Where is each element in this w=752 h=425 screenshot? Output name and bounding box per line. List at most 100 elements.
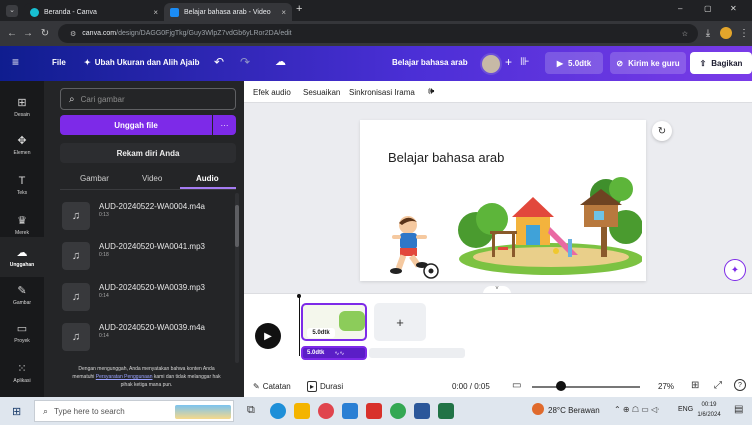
pdf-reader-icon[interactable] [366,403,382,419]
forward-arrow-icon[interactable]: → [20,25,36,41]
taskbar-search-input[interactable]: ⌕ Type here to search [34,400,234,422]
reload-icon[interactable]: ↻ [37,25,53,41]
tab-videos[interactable]: Video [142,174,162,183]
tab-search-icon[interactable]: ⌄ [6,5,18,17]
adjust-button[interactable]: Sesuaikan [303,88,340,97]
tab-beranda[interactable]: Beranda - Canva × [24,3,164,21]
design-icon: ⊞ [17,96,27,109]
tab-close-icon[interactable]: × [153,8,158,17]
list-item[interactable]: ♫ AUD-20240520-WA0041.mp3 0:18 [62,238,232,274]
minimize-button[interactable]: – [678,4,682,13]
music-note-icon: ♫ [62,283,90,311]
timeline-view-icon[interactable]: ▭ [512,380,521,391]
rail-draw[interactable]: ✎ Gambar [0,275,44,315]
refresh-page-icon[interactable]: ↻ [652,121,672,141]
rail-design[interactable]: ⊞ Desain [0,87,44,127]
tab-close-icon[interactable]: × [281,8,286,17]
elements-icon: ✥ [17,134,27,147]
panel-scrollbar-thumb[interactable] [235,205,239,247]
fullscreen-icon[interactable]: ⤢ [714,380,722,391]
hamburger-icon[interactable]: ≡ [12,55,19,69]
send-to-teacher-button[interactable]: ⊘ Kirim ke guru [610,52,686,74]
undo-icon[interactable]: ↶ [214,55,224,69]
word-icon[interactable] [414,403,430,419]
file-explorer-icon[interactable] [294,403,310,419]
duration-button[interactable]: ▸ Durasi [307,381,343,392]
tab-divider [60,189,236,190]
url-field[interactable]: ⚙ canva.com/design/DAGG0FjgTkg/Guy3WlpZ7… [58,24,698,43]
insights-chart-icon[interactable]: ⊪ [520,55,530,68]
system-tray-icons[interactable]: ⌃ ⊕ ☖ ▭ ◁ᐧ [614,405,659,414]
rail-text[interactable]: T Teks [0,165,44,205]
tab-belajar-active[interactable]: Belajar bahasa arab - Video × [164,3,292,21]
rail-projects[interactable]: ▭ Proyek [0,313,44,353]
url-path: /design/DAGG0FjgTkg/Guy3WlpZ7vdGb6yLRor2… [116,30,292,37]
browser-menu-icon[interactable]: ⋮ [736,25,752,41]
boy-kicking-ball-illustration[interactable] [388,213,440,279]
zoom-level[interactable]: 27% [658,382,674,391]
list-item[interactable]: ♫ AUD-20240520-WA0039.mp3 0:14 [62,279,232,315]
task-view-icon[interactable]: ⧉ [247,404,255,417]
search-input[interactable]: ⌕ Cari gambar [60,88,236,110]
slide-page[interactable]: Belajar bahasa arab [360,120,646,281]
zoom-slider-thumb[interactable] [556,381,566,391]
rail-apps[interactable]: ⁙ Aplikasi [0,353,44,393]
firefox-icon[interactable] [318,403,334,419]
help-icon[interactable]: ? [734,379,746,391]
design-title[interactable]: Belajar bahasa arab [392,58,468,67]
collaborator-avatar[interactable] [480,53,502,75]
list-item[interactable]: ♫ AUD-20240522-WA0004.m4a 0:13 [62,198,232,234]
grid-view-icon[interactable]: ⊞ [691,380,699,391]
playground-illustration[interactable] [456,175,642,275]
download-icon[interactable]: ⤓ [700,25,716,41]
share-button[interactable]: ⇧ Bagikan [690,52,752,74]
edge-browser-icon[interactable] [270,403,286,419]
browser-tab-bar: ⌄ Beranda - Canva × Belajar bahasa arab … [0,0,752,21]
tab-audio[interactable]: Audio [196,174,219,183]
profile-avatar[interactable] [720,27,732,39]
weather-text[interactable]: 28°C Berawan [548,406,600,415]
language-indicator[interactable]: ENG [678,406,693,413]
add-collaborator-icon[interactable]: + [505,55,512,69]
duration-icon: ▸ [307,381,318,392]
mail-icon[interactable] [342,403,358,419]
excel-icon[interactable] [438,403,454,419]
timeline-play-button[interactable]: ▶ [255,323,281,349]
bookmark-star-icon[interactable]: ☆ [682,30,688,38]
add-page-button[interactable]: + [374,303,426,341]
audio-effects-button[interactable]: Efek audio [253,88,291,97]
weather-icon[interactable] [532,403,544,415]
magic-assistant-icon[interactable]: ✦ [724,259,746,281]
rail-elements[interactable]: ✥ Elemen [0,125,44,165]
close-window-button[interactable]: ✕ [730,4,737,13]
chrome-icon[interactable] [390,403,406,419]
present-play-button[interactable]: ▶ 5.0dtk [545,52,603,74]
canva-header: ≡ File ✦ Ubah Ukuran dan Alih Ajaib ↶ ↷ ☁… [0,46,752,81]
volume-icon[interactable]: 🕪 [428,86,434,97]
record-yourself-button[interactable]: Rekam diri Anda [60,143,236,163]
taskbar-clock[interactable]: 00:19 1/6/2024 [696,400,722,420]
rail-uploads-active[interactable]: ☁ Unggahan [0,237,44,277]
tab-images[interactable]: Gambar [80,174,109,183]
slide-title[interactable]: Belajar bahasa arab [388,150,504,165]
resize-menu[interactable]: ✦ Ubah Ukuran dan Alih Ajaib [84,58,199,67]
redo-icon[interactable]: ↷ [240,55,250,69]
back-arrow-icon[interactable]: ← [4,25,20,41]
upload-file-button[interactable]: Unggah file [60,115,212,135]
upload-more-button[interactable]: ··· [213,115,236,135]
beat-sync-button[interactable]: Sinkronisasi Irama [349,88,415,97]
new-tab-button[interactable]: + [296,3,302,15]
terms-link[interactable]: Persyaratan Penggunaan [96,374,153,380]
file-menu[interactable]: File [52,58,66,67]
panel-scrollbar-track[interactable] [235,193,239,363]
windows-start-icon[interactable]: ⊞ [12,405,21,418]
audio-track-chip[interactable]: 5.0dtk ∿∿ [301,346,367,360]
list-item[interactable]: ♫ AUD-20240520-WA0039.m4a 0:14 [62,319,232,355]
zoom-slider-track[interactable] [532,386,640,388]
notes-button[interactable]: ✎ Catatan [253,382,291,391]
cloud-saved-icon[interactable]: ☁ [275,55,286,68]
maximize-button[interactable]: ▢ [704,4,712,13]
page-thumbnail[interactable]: 5.0dtk [301,303,367,341]
notifications-icon[interactable]: ▤ [734,404,743,415]
page-duration-badge: 5.0dtk [307,328,335,338]
